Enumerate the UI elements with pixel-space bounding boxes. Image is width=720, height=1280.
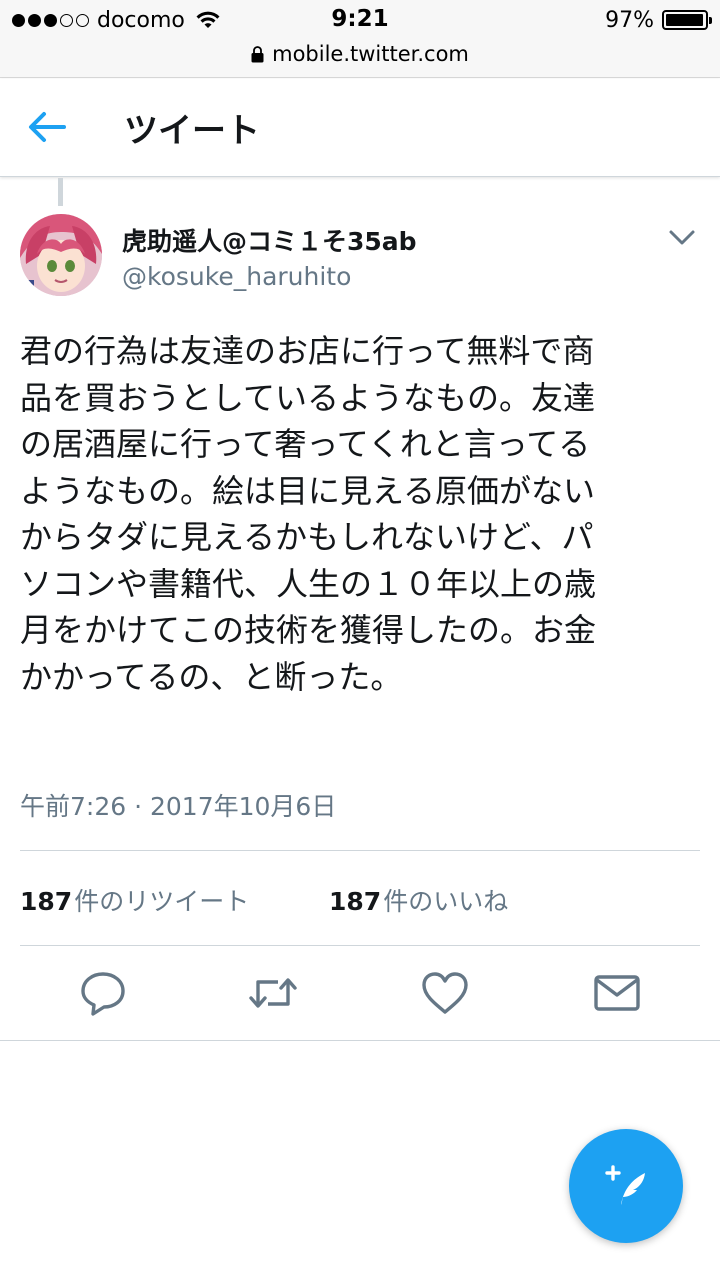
heart-icon[interactable] [420, 970, 470, 1016]
page-header: ツイート [0, 79, 720, 177]
avatar[interactable] [20, 214, 102, 296]
retweet-count-link[interactable]: 187 件のリツイート [20, 882, 249, 918]
lock-icon [251, 45, 264, 62]
retweet-count-label: 件のリツイート [74, 887, 250, 916]
reply-icon[interactable] [78, 970, 128, 1016]
author-display-name[interactable]: 虎助遥人@コミ１そ35ab [122, 222, 417, 258]
divider [20, 945, 700, 946]
compose-feather-icon [605, 1165, 645, 1205]
like-count: 187 [329, 887, 382, 916]
author-handle[interactable]: @kosuke_haruhito [122, 262, 351, 291]
compose-tweet-button[interactable] [569, 1129, 683, 1243]
chevron-down-icon[interactable] [668, 228, 696, 248]
like-count-label: 件のいいね [383, 887, 509, 916]
like-count-link[interactable]: 187 件のいいね [329, 882, 508, 918]
url-text: mobile.twitter.com [272, 42, 469, 66]
envelope-icon[interactable] [592, 970, 642, 1016]
tweet-timestamp[interactable]: 午前7:26 · 2017年10月6日 [20, 787, 336, 823]
avatar-image [20, 214, 102, 296]
retweet-count: 187 [20, 887, 73, 916]
status-right: 97% [605, 6, 712, 34]
retweet-icon[interactable] [248, 970, 298, 1016]
page-title: ツイート [124, 111, 260, 151]
status-bar: docomo 9:21 97% mobile.twitter.com [0, 0, 720, 78]
tweet-action-bar [0, 948, 720, 1040]
battery-fill [666, 14, 703, 26]
battery-percent: 97% [605, 7, 654, 33]
divider [20, 850, 700, 851]
battery-icon [662, 10, 712, 30]
tweet-text: 君の行為は友達のお店に行って無料で商 品を買おうとしているようなもの。友達 の居… [20, 332, 597, 696]
back-arrow-icon[interactable] [26, 109, 68, 145]
divider [0, 1040, 720, 1041]
tweet-stats: 187 件のリツイート 187 件のいいね [20, 880, 508, 920]
thread-connector [58, 178, 63, 206]
address-bar[interactable]: mobile.twitter.com [0, 40, 720, 68]
